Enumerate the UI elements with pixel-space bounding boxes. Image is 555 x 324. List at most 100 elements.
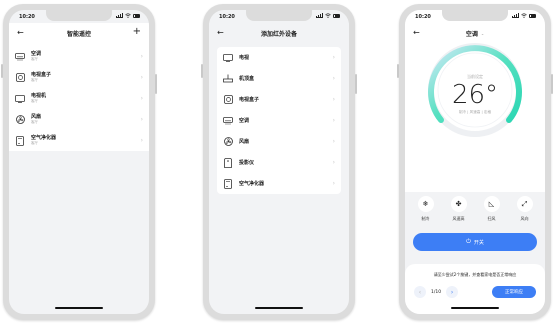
phone-frame-ac-control: 10:20 ← 空调 ⌄ 当前设定 26° 制冷 | 风速高 | 定格 ❄ 制冷…	[397, 4, 553, 320]
wifi-icon	[125, 13, 131, 18]
signal-icon	[316, 12, 323, 18]
wifi-icon	[521, 13, 527, 18]
signal-icon	[512, 12, 519, 18]
chevron-right-icon: ›	[140, 116, 143, 123]
nav-header: ← 智能遥控 +	[9, 23, 149, 43]
volume-button	[397, 64, 399, 78]
page-title: 空调	[465, 30, 478, 38]
status-bar: 10:20	[405, 10, 545, 23]
mode-label: 风速高	[452, 216, 465, 221]
chevron-right-icon: ›	[140, 95, 143, 102]
list-item-tv-box[interactable]: 电视盒子 ›	[217, 89, 341, 110]
key-pager: ‹ 1/10 ›	[414, 286, 459, 298]
home-indicator[interactable]	[55, 307, 103, 309]
device-room: 客厅	[31, 120, 38, 124]
phone-frame-remote-list: 10:20 ← 智能遥控 + 空调 客厅 › 电视盒子 客厅 › 电视机 客厅 …	[1, 4, 157, 320]
works-normally-button[interactable]: 正常响应	[492, 286, 536, 298]
mode-swing-button[interactable]: ◺ 扫风	[478, 196, 506, 222]
power-label: 开关	[473, 239, 484, 246]
battery-icon	[529, 13, 536, 18]
chevron-right-icon: ›	[332, 117, 335, 124]
mode-buttons: ❄ 制冷 ✤ 风速高 ◺ 扫风 ⤢ 风向	[405, 196, 545, 222]
home-indicator[interactable]	[255, 307, 303, 309]
chevron-right-icon: ›	[332, 75, 335, 82]
page-title: 智能遥控	[66, 30, 91, 38]
screen-remote-list: 10:20 ← 智能遥控 + 空调 客厅 › 电视盒子 客厅 › 电视机 客厅 …	[9, 10, 149, 314]
status-bar: 10:20	[9, 10, 149, 23]
ac-icon	[223, 116, 233, 126]
tv-icon	[15, 94, 25, 104]
mode-label: 扫风	[487, 216, 496, 221]
status-time: 10:20	[219, 14, 235, 20]
chevron-right-icon: ›	[140, 74, 143, 81]
test-instruction: 请至少尝试2个按键，并查看家电是否正常响应	[433, 272, 517, 277]
nav-header: ← 添加红外设备	[209, 23, 349, 43]
screen-add-ir-device: 10:20 ← 添加红外设备 电视 › 机顶盒 › 电视盒子 › 空调 › 风扇…	[209, 10, 349, 314]
chevron-down-icon[interactable]: ⌄	[481, 31, 484, 36]
list-item-ac[interactable]: 空调 ›	[217, 110, 341, 131]
ir-device-type-list: 电视 › 机顶盒 › 电视盒子 › 空调 › 风扇 › 投影仪 › 空气净化器 …	[217, 47, 341, 194]
back-arrow-icon[interactable]: ←	[413, 28, 420, 37]
add-device-button[interactable]: +	[133, 26, 141, 37]
wind-direction-icon: ⤢	[516, 196, 533, 212]
list-item-projector[interactable]: 投影仪 ›	[217, 152, 341, 173]
status-icons	[316, 12, 340, 18]
chevron-right-icon: ›	[332, 54, 335, 61]
air-purifier-icon	[223, 178, 233, 189]
set-top-box-icon	[223, 74, 233, 84]
tv-icon	[223, 53, 233, 63]
chevron-right-icon: ›	[332, 138, 335, 145]
list-item-tv[interactable]: 电视 ›	[217, 47, 341, 68]
screen-ac-control: 10:20 ← 空调 ⌄ 当前设定 26° 制冷 | 风速高 | 定格 ❄ 制冷…	[405, 10, 545, 314]
list-item-fan[interactable]: 风扇 ›	[217, 131, 341, 152]
device-type-name: 空气净化器	[239, 180, 265, 187]
fan-icon	[15, 115, 25, 125]
power-side-button	[355, 74, 357, 94]
mode-wind-direction-button[interactable]: ⤢ 风向	[511, 196, 539, 222]
power-toggle-button[interactable]: ⏻ 开关	[413, 233, 537, 251]
status-bar: 10:20	[209, 10, 349, 23]
chevron-right-icon: ›	[140, 137, 143, 144]
device-type-name: 投影仪	[239, 159, 255, 166]
status-icons	[116, 12, 140, 18]
tv-box-icon	[15, 73, 25, 83]
snowflake-icon: ❄	[417, 196, 434, 212]
device-room: 客厅	[31, 99, 38, 103]
mode-cool-button[interactable]: ❄ 制冷	[412, 196, 440, 222]
prev-key-button[interactable]: ‹	[414, 286, 426, 298]
notch	[442, 10, 508, 21]
chevron-right-icon: ›	[140, 53, 143, 60]
device-type-name: 空调	[239, 117, 250, 124]
chevron-right-icon: ›	[332, 180, 335, 187]
notch	[246, 10, 312, 21]
air-purifier-icon	[15, 135, 25, 146]
temperature-dial[interactable]: 当前设定 26° 制冷 | 风速高 | 定格	[425, 40, 525, 140]
list-item-fan[interactable]: 风扇 客厅 ›	[9, 109, 149, 130]
list-item-air-purifier[interactable]: 空气净化器 客厅 ›	[9, 130, 149, 151]
home-indicator[interactable]	[451, 307, 499, 309]
list-item-set-top-box[interactable]: 机顶盒 ›	[217, 68, 341, 89]
back-arrow-icon[interactable]: ←	[17, 28, 24, 37]
wifi-icon	[325, 13, 331, 18]
list-item-tv-box[interactable]: 电视盒子 客厅 ›	[9, 67, 149, 88]
remote-device-list: 空调 客厅 › 电视盒子 客厅 › 电视机 客厅 › 风扇 客厅 › 空气净化器 客厅	[9, 43, 149, 151]
back-arrow-icon[interactable]: ←	[217, 28, 224, 37]
battery-icon	[333, 13, 340, 18]
device-room: 客厅	[31, 141, 38, 145]
next-key-button[interactable]: ›	[446, 286, 459, 298]
mode-fan-speed-button[interactable]: ✤ 风速高	[445, 196, 473, 222]
chevron-right-icon: ›	[332, 96, 335, 103]
power-side-button	[155, 74, 157, 94]
ac-icon	[15, 52, 25, 62]
device-type-name: 风扇	[239, 138, 250, 145]
temperature-value: 26°	[451, 80, 499, 110]
list-item-tv[interactable]: 电视机 客厅 ›	[9, 88, 149, 109]
status-icons	[512, 12, 536, 18]
fan-speed-icon: ✤	[450, 196, 467, 212]
list-item-ac[interactable]: 空调 客厅 ›	[9, 46, 149, 67]
mode-summary: 制冷 | 风速高 | 定格	[458, 110, 492, 114]
device-type-name: 机顶盒	[239, 75, 255, 82]
status-time: 10:20	[19, 14, 35, 20]
list-item-air-purifier[interactable]: 空气净化器 ›	[217, 173, 341, 194]
phone-frame-add-ir-device: 10:20 ← 添加红外设备 电视 › 机顶盒 › 电视盒子 › 空调 › 风扇…	[201, 4, 357, 320]
